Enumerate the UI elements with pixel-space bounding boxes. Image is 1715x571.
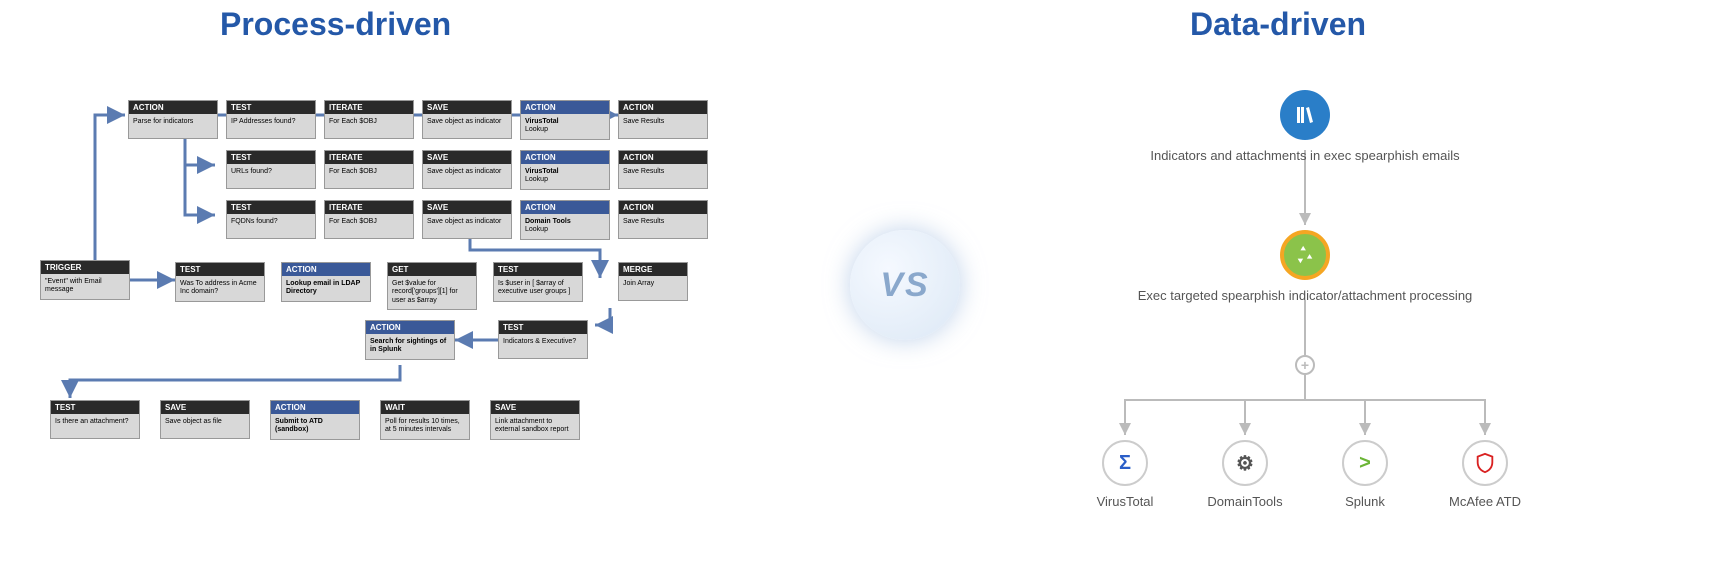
vs-emblem: VS (850, 230, 960, 340)
box-virustotal-2: ACTIONVirusTotalLookup (520, 150, 610, 190)
box-test-fqdn: TESTFQDNs found? (226, 200, 316, 239)
box-iter-1: ITERATEFor Each $OBJ (324, 100, 414, 139)
box-test-indicators: TESTIndicators & Executive? (498, 320, 588, 359)
dd-label: Indicators and attachments in exec spear… (1140, 148, 1470, 163)
plus-icon: + (1295, 355, 1315, 375)
box-save-3: SAVESave object as indicator (422, 200, 512, 239)
vs-text: VS (880, 266, 929, 305)
box-get-groups: GETGet $value for record['groups'][1] fo… (387, 262, 477, 310)
box-save-1: SAVESave object as indicator (422, 100, 512, 139)
box-iter-3: ITERATEFor Each $OBJ (324, 200, 414, 239)
dd-tool-virustotal: Σ VirusTotal (1080, 440, 1170, 509)
box-atd: ACTIONSubmit to ATD (sandbox) (270, 400, 360, 440)
box-test-acme: TESTWas To address in Acme Inc domain? (175, 262, 265, 302)
recycle-icon (1280, 230, 1330, 280)
chevron-icon: > (1342, 440, 1388, 486)
box-saveresults-1: ACTIONSave Results (618, 100, 708, 139)
title-process-driven: Process-driven (220, 6, 451, 43)
dd-label: Exec targeted spearphish indicator/attac… (1115, 288, 1495, 303)
box-test-url: TESTURLs found? (226, 150, 316, 189)
box-ldap: ACTIONLookup email in LDAP Directory (281, 262, 371, 302)
dd-node-processing: Exec targeted spearphish indicator/attac… (1115, 230, 1495, 303)
title-data-driven: Data-driven (1190, 6, 1366, 43)
box-virustotal-1: ACTIONVirusTotalLookup (520, 100, 610, 140)
box-merge: MERGEJoin Array (618, 262, 688, 301)
box-link-report: SAVELink attachment to external sandbox … (490, 400, 580, 440)
dd-tool-domaintools: ⚙ DomainTools (1200, 440, 1290, 509)
box-iter-2: ITERATEFor Each $OBJ (324, 150, 414, 189)
box-splunk: ACTIONSearch for sightings of in Splunk (365, 320, 455, 360)
box-saveresults-2: ACTIONSave Results (618, 150, 708, 189)
box-trigger: TRIGGER "Event" with Email message (40, 260, 130, 300)
box-save-file: SAVESave object as file (160, 400, 250, 439)
box-body: "Event" with Email message (41, 274, 129, 299)
dd-node-indicators: Indicators and attachments in exec spear… (1140, 90, 1470, 163)
books-icon (1280, 90, 1330, 140)
box-parse: ACTIONParse for indicators (128, 100, 218, 139)
box-test-exec: TESTIs $user in [ $array of executive us… (493, 262, 583, 302)
box-test-ip: TESTIP Addresses found? (226, 100, 316, 139)
box-save-2: SAVESave object as indicator (422, 150, 512, 189)
box-wait: WAITPoll for results 10 times, at 5 minu… (380, 400, 470, 440)
dd-tool-mcafee: McAfee ATD (1440, 440, 1530, 509)
box-saveresults-3: ACTIONSave Results (618, 200, 708, 239)
sigma-icon: Σ (1102, 440, 1148, 486)
dd-tool-splunk: > Splunk (1320, 440, 1410, 509)
box-domaintools: ACTIONDomain ToolsLookup (520, 200, 610, 240)
gear-icon: ⚙ (1222, 440, 1268, 486)
dd-plus-node: + (1295, 355, 1315, 375)
box-test-attachment: TESTIs there an attachment? (50, 400, 140, 439)
box-header: TRIGGER (41, 261, 129, 274)
shield-icon (1462, 440, 1508, 486)
